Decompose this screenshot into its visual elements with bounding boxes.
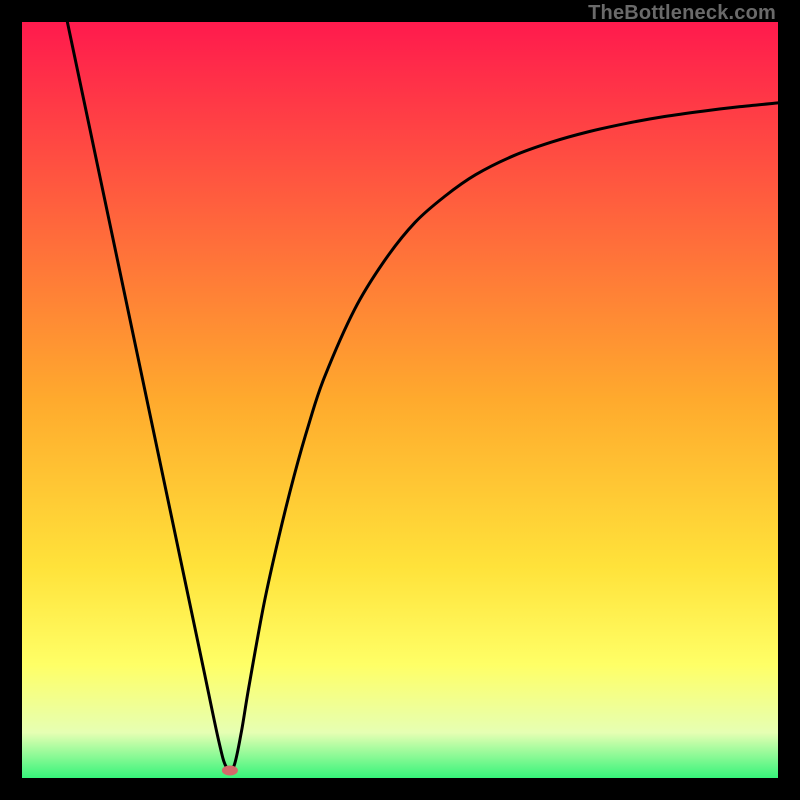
bottleneck-chart bbox=[22, 22, 778, 778]
plot-frame bbox=[22, 22, 778, 778]
gradient-background bbox=[22, 22, 778, 778]
optimal-point-marker bbox=[222, 765, 238, 775]
watermark-text: TheBottleneck.com bbox=[588, 2, 776, 25]
